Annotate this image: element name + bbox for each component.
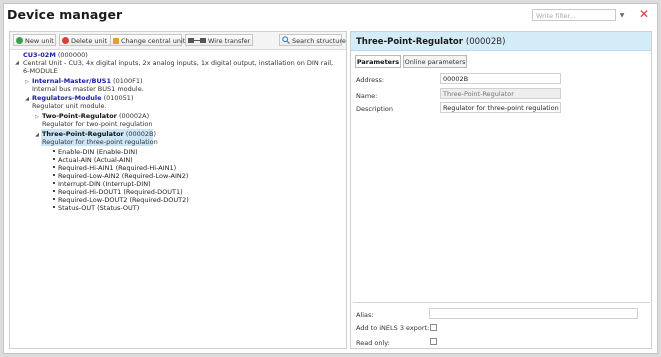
list-item[interactable]: Interrupt-DIN (Interrupt-DIN) — [53, 180, 151, 188]
search-structure-button[interactable]: Search structure — [279, 34, 346, 46]
channel-label: Status-OUT (Status-OUT) — [58, 204, 140, 212]
name-label: Name: — [356, 92, 378, 100]
wire-transfer-label: Wire transfer — [208, 37, 251, 45]
bullet-icon — [53, 198, 55, 200]
read-only-checkbox[interactable] — [430, 338, 437, 345]
list-item[interactable]: Required-Low-DOUT2 (Required-DOUT2) — [53, 196, 189, 204]
details-title-name: Three-Point-Regulator — [356, 37, 463, 47]
channel-label: Required-Low-DOUT2 (Required-DOUT2) — [58, 196, 189, 204]
tree-node-master-code: (0100F1) — [113, 77, 143, 85]
collapse-arrow-icon[interactable]: ◢ — [24, 95, 30, 103]
details-title-code: (00002B) — [465, 37, 506, 47]
address-field[interactable]: 00002B — [440, 73, 561, 84]
list-item[interactable]: Required-Hi-AIN1 (Required-Hi-AIN1) — [53, 164, 176, 172]
list-item[interactable]: Required-Hi-DOUT1 (Required-DOUT1) — [53, 188, 183, 196]
tree-node-two-point-code: (00002A) — [118, 112, 150, 120]
details-panel: Three-Point-Regulator (00002B) Parameter… — [350, 31, 652, 349]
tree-node-regulators[interactable]: Regulators-Module (010051) — [32, 94, 133, 102]
collapse-arrow-icon[interactable]: ◢ — [34, 131, 40, 139]
tree-node-root-code: (000000) — [57, 51, 88, 59]
new-unit-button[interactable]: New unit — [13, 34, 56, 46]
details-header: Three-Point-Regulator (00002B) — [351, 32, 651, 51]
pencil-icon — [113, 38, 119, 44]
wire-transfer-button[interactable]: Wire transfer — [185, 34, 253, 46]
delete-unit-button[interactable]: Delete unit — [59, 34, 115, 46]
tree-node-regulators-name: Regulators-Module — [32, 94, 102, 102]
plus-circle-icon — [16, 37, 23, 44]
address-label: Address: — [356, 76, 385, 84]
tree-node-regulators-desc: Regulator unit module. — [32, 102, 107, 110]
tree-node-three-point[interactable]: Three-Point-Regulator (00002B) — [42, 130, 156, 138]
list-item[interactable]: Required-Low-AIN2 (Required-Low-AIN2) — [53, 172, 188, 180]
tree-node-three-point-name: Three-Point-Regulator — [42, 130, 124, 138]
close-icon[interactable]: ✕ — [638, 8, 650, 20]
alias-field[interactable] — [429, 308, 638, 319]
bullet-icon — [53, 166, 55, 168]
bullet-icon — [53, 190, 55, 192]
read-only-label: Read only: — [356, 339, 390, 347]
change-central-unit-label: Change central unit — [121, 37, 186, 45]
expand-arrow-icon[interactable]: ▷ — [24, 78, 30, 86]
minus-circle-icon — [62, 37, 69, 44]
wire-transfer-icon — [188, 38, 206, 43]
list-item[interactable]: Status-OUT (Status-OUT) — [53, 204, 139, 212]
inels-export-label: Add to iNELS 3 export: — [356, 324, 430, 332]
tree-node-master-name: Internal-Master/BUS1 — [32, 77, 111, 85]
filter-input[interactable]: Write filter... — [532, 9, 616, 21]
tree-node-master-desc: Internal bus master BUS1 module. — [32, 85, 144, 93]
description-field[interactable]: Regulator for three-point regulation — [440, 102, 561, 113]
bullet-icon — [53, 174, 55, 176]
tree-node-regulators-code: (010051) — [103, 94, 134, 102]
tree-node-three-point-desc: Regulator for three-point regulation — [42, 138, 158, 146]
channel-label: Interrupt-DIN (Interrupt-DIN) — [58, 180, 151, 188]
bullet-icon — [53, 182, 55, 184]
tree-node-root[interactable]: CU3-02M (000000) — [23, 51, 88, 59]
channel-label: Required-Low-AIN2 (Required-Low-AIN2) — [58, 172, 189, 180]
list-item[interactable]: Actual-AIN (Actual-AIN) — [53, 156, 133, 164]
bullet-icon — [53, 158, 55, 160]
window-title: Device manager — [7, 7, 123, 22]
magnifier-icon — [282, 36, 290, 44]
delete-unit-label: Delete unit — [71, 37, 108, 45]
name-field[interactable]: Three-Point-Regulator — [440, 88, 561, 99]
tab-parameters[interactable]: Parameters — [355, 55, 401, 68]
filter-dropdown-arrow-icon[interactable]: ▼ — [617, 11, 627, 20]
tree-node-central-desc-2: 6-MODULE — [23, 67, 58, 75]
toolbar: New unit Delete unit Change central unit… — [10, 32, 346, 50]
bullet-icon — [53, 150, 55, 152]
details-title: Three-Point-Regulator (00002B) — [356, 37, 505, 47]
channel-label: Required-Hi-AIN1 (Required-Hi-AIN1) — [58, 164, 177, 172]
tree-node-two-point-name: Two-Point-Regulator — [42, 112, 117, 120]
channel-label: Required-Hi-DOUT1 (Required-DOUT1) — [58, 188, 183, 196]
tree-node-master[interactable]: Internal-Master/BUS1 (0100F1) — [32, 77, 143, 85]
channel-label: Actual-AIN (Actual-AIN) — [58, 156, 133, 164]
unit-tree-panel: New unit Delete unit Change central unit… — [9, 31, 347, 349]
tab-online-parameters[interactable]: Online parameters — [403, 55, 467, 68]
inels-export-checkbox[interactable] — [430, 324, 437, 331]
divider — [353, 302, 650, 303]
tree-node-central-desc: Central Unit - CU3, 4x digital inputs, 2… — [23, 59, 334, 67]
bullet-icon — [53, 206, 55, 208]
tree-node-three-point-code: (00002B) — [125, 130, 157, 138]
new-unit-label: New unit — [25, 37, 54, 45]
tree-node-root-name: CU3-02M — [23, 51, 56, 59]
change-central-unit-button[interactable]: Change central unit — [110, 34, 186, 46]
alias-label: Alias: — [356, 311, 374, 319]
expand-arrow-icon[interactable]: ▷ — [34, 113, 40, 121]
channel-label: Enable-DIN (Enable-DIN) — [58, 148, 138, 156]
description-label: Description — [356, 105, 394, 113]
tree-node-two-point-desc: Regulator for two-point regulation — [42, 120, 153, 128]
collapse-arrow-icon[interactable]: ◢ — [14, 59, 20, 67]
list-item[interactable]: Enable-DIN (Enable-DIN) — [53, 148, 138, 156]
search-structure-label: Search structure — [292, 37, 346, 45]
tree-node-two-point[interactable]: Two-Point-Regulator (00002A) — [42, 112, 149, 120]
